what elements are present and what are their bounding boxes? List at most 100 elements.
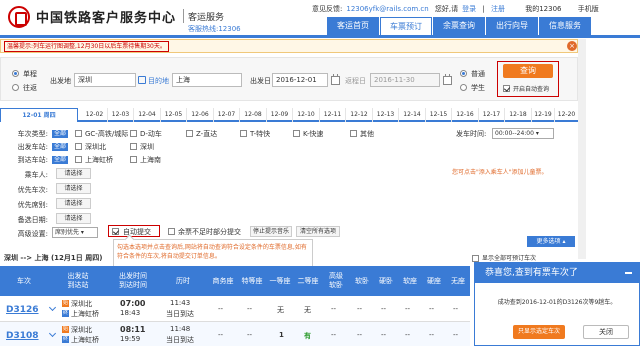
col-times[interactable]: 出发时间 到达时间: [108, 266, 158, 296]
col-business: 商务座: [212, 276, 234, 285]
auto-query-label: 开启自动查询: [513, 86, 550, 93]
close-dialog-button[interactable]: 关闭: [583, 325, 629, 339]
date-tab[interactable]: 12-16: [452, 108, 479, 122]
dep-time-select[interactable]: 00:00--24:00 ▾: [492, 128, 554, 139]
date-tab[interactable]: 12-20: [555, 108, 578, 122]
child-ticket-hint: 您可点击"添入乘车人"添加儿童票。: [452, 169, 548, 176]
type-d-checkbox[interactable]: [130, 130, 137, 137]
chevron-down-icon[interactable]: [48, 329, 57, 338]
type-t-checkbox[interactable]: [240, 130, 247, 137]
date-tab[interactable]: 12-12: [346, 108, 373, 122]
col-wz: 无座: [451, 276, 465, 285]
pri-seat-select-button[interactable]: 请选择: [56, 198, 91, 209]
from-station-option: 深圳: [140, 143, 154, 151]
filter-scrollbar[interactable]: [578, 39, 586, 259]
result-summary: 深圳 --> 上海 (12月1日 周四): [4, 254, 103, 262]
return-calendar-icon[interactable]: [443, 74, 452, 85]
nav-booking[interactable]: 车票预订: [380, 17, 432, 35]
auto-submit-checkbox[interactable]: [112, 228, 119, 235]
stop-music-button[interactable]: 停止提示音乐: [250, 226, 292, 237]
date-tab[interactable]: 12-01 周四: [0, 108, 78, 122]
ticket-normal-radio[interactable]: [460, 70, 467, 77]
passenger-select-button[interactable]: 请选择: [56, 168, 91, 179]
date-tab[interactable]: 12-03: [108, 108, 134, 122]
col-gsw: 高级 软卧: [329, 272, 343, 289]
query-button[interactable]: 查询: [503, 64, 553, 78]
date-tab[interactable]: 12-09: [267, 108, 293, 122]
submit-mode-select[interactable]: 席别优先 ▾: [52, 227, 98, 238]
date-tab[interactable]: 12-02: [82, 108, 108, 122]
more-options-button[interactable]: 更多选项 ▴: [527, 236, 575, 247]
clear-options-button[interactable]: 清空所有选项: [296, 226, 340, 237]
ticket-student-radio[interactable]: [460, 84, 467, 91]
partial-submit-checkbox[interactable]: [168, 228, 175, 235]
date-tab[interactable]: 12-15: [426, 108, 452, 122]
train-number-link[interactable]: D3108: [6, 331, 39, 341]
swap-stations-icon[interactable]: [138, 76, 146, 84]
type-z-label: Z-直达: [196, 130, 218, 138]
trip-round-radio[interactable]: [12, 84, 19, 91]
notice-close-icon[interactable]: ×: [567, 41, 577, 51]
from-station-checkbox[interactable]: [130, 143, 137, 150]
train-number-link[interactable]: D3126: [6, 305, 39, 315]
dep-time: 08:11: [120, 325, 146, 334]
railway-logo-icon: [8, 6, 30, 28]
from-station-checkbox[interactable]: [75, 143, 82, 150]
from-input[interactable]: 深圳: [74, 73, 136, 87]
from-station-all-button[interactable]: 全部: [52, 143, 69, 151]
date-tab[interactable]: 12-08: [240, 108, 267, 122]
type-k-checkbox[interactable]: [293, 130, 300, 137]
more-options-label: 更多选项: [536, 238, 561, 245]
end-station-icon: 终: [62, 310, 69, 317]
seat-yw: --: [381, 331, 387, 339]
type-other-checkbox[interactable]: [350, 130, 357, 137]
feedback-email-link[interactable]: 12306yfk@rails.com.cn: [346, 5, 428, 13]
show-selected-button[interactable]: 只显示选定车次: [513, 325, 565, 339]
nav-travel-guide[interactable]: 出行向导: [486, 17, 538, 35]
seat-rz: --: [405, 305, 411, 313]
date-tab[interactable]: 12-19: [532, 108, 555, 122]
calendar-icon[interactable]: [331, 74, 340, 85]
nav-home[interactable]: 客运首页: [327, 17, 379, 35]
type-d-label: D-动车: [140, 130, 162, 138]
mobile-link[interactable]: 手机版: [578, 5, 599, 13]
date-tab[interactable]: 12-17: [479, 108, 505, 122]
col-stations[interactable]: 出发站 到达站: [48, 266, 108, 296]
date-input[interactable]: 2016-12-01: [272, 73, 328, 87]
to-station-checkbox[interactable]: [130, 156, 137, 163]
my12306-menu[interactable]: 我的12306: [525, 5, 561, 13]
to-station-all-button[interactable]: 全部: [52, 156, 69, 164]
return-date-input[interactable]: 2016-11-30: [370, 73, 440, 87]
auto-query-checkbox[interactable]: [503, 85, 510, 92]
date-tab[interactable]: 12-14: [399, 108, 426, 122]
pri-train-select-button[interactable]: 请选择: [56, 183, 91, 194]
col-special: 特等座: [241, 276, 263, 285]
nav-info-service[interactable]: 信息服务: [539, 17, 591, 35]
register-link[interactable]: 注册: [491, 5, 505, 13]
col-duration[interactable]: 历时: [158, 266, 208, 296]
train-type-all-button[interactable]: 全部: [52, 130, 69, 138]
alt-date-select-button[interactable]: 请选择: [56, 213, 91, 224]
type-gc-checkbox[interactable]: [75, 130, 82, 137]
minimize-icon[interactable]: [625, 272, 632, 274]
to-input[interactable]: 上海: [172, 73, 242, 87]
login-link[interactable]: 登录: [462, 5, 476, 13]
seat-sw: --: [357, 305, 363, 313]
to-station-option: 上海虹桥: [85, 156, 113, 164]
show-all-checkbox[interactable]: [472, 255, 479, 262]
type-z-checkbox[interactable]: [186, 130, 193, 137]
date-tab[interactable]: 12-10: [293, 108, 320, 122]
date-tab[interactable]: 12-06: [187, 108, 214, 122]
to-station-checkbox[interactable]: [75, 156, 82, 163]
date-tab[interactable]: 12-11: [320, 108, 346, 122]
date-tab[interactable]: 12-13: [373, 108, 399, 122]
date-tab[interactable]: 12-18: [505, 108, 532, 122]
main-nav: 客运首页 车票预订 余票查询 出行向导 信息服务: [327, 17, 592, 35]
date-tab[interactable]: 12-07: [214, 108, 240, 122]
trip-single-radio[interactable]: [12, 70, 19, 77]
date-tab[interactable]: 12-04: [134, 108, 161, 122]
chevron-down-icon[interactable]: [48, 303, 57, 312]
from-station: 深圳北: [71, 300, 92, 308]
date-tab[interactable]: 12-05: [161, 108, 187, 122]
nav-ticket-query[interactable]: 余票查询: [433, 17, 485, 35]
